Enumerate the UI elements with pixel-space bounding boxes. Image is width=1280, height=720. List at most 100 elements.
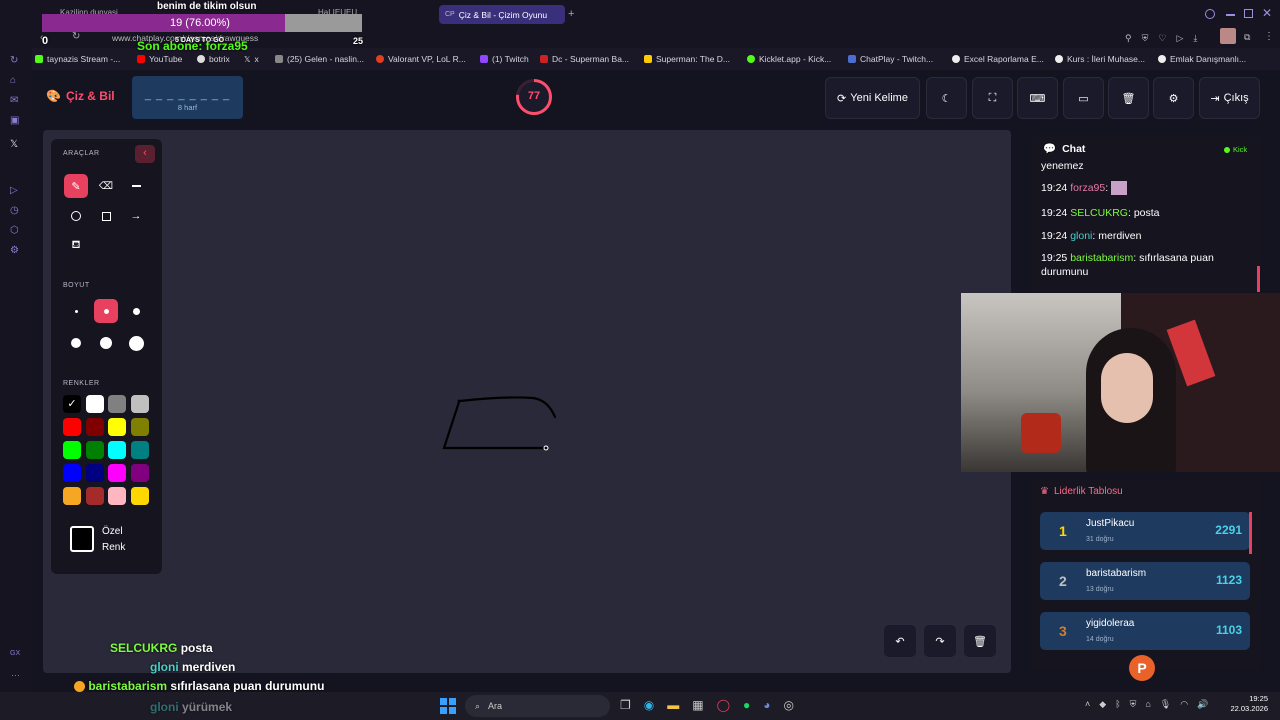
extensions-icon[interactable]: ⧉ [1244,32,1250,43]
color-swatch[interactable] [130,464,149,482]
color-swatch[interactable] [108,441,126,459]
color-swatch[interactable] [108,487,126,505]
player-icon[interactable]: ▷ [10,185,19,196]
windows-icon[interactable] [440,698,456,714]
color-swatch[interactable] [85,464,104,482]
wifi-icon[interactable]: ◠ [1180,699,1188,710]
eraser-tool[interactable]: ⌫ [94,174,118,198]
download-icon[interactable]: ⤓ [1193,33,1197,44]
brush-tool[interactable]: ✎ [64,174,88,198]
color-swatch[interactable] [108,418,126,436]
chat-user[interactable]: gloni [1070,230,1092,242]
dark-mode-button[interactable]: ☾ [926,77,967,119]
clock[interactable]: 19:25 22.03.2026 [1228,694,1268,714]
color-swatch[interactable]: ✓ [63,395,81,413]
exit-button[interactable]: ⇥ Çıkış [1199,77,1260,119]
opera-icon[interactable]: ◯ [717,698,730,712]
app-icon[interactable]: ▣ [10,115,19,126]
settings-icon[interactable]: ⚙ [10,245,19,256]
network-icon[interactable]: ⌂ [1145,699,1150,710]
minimize-icon[interactable] [1226,14,1235,16]
store-icon[interactable]: ▦ [692,698,703,712]
maximize-icon[interactable] [1244,9,1253,18]
chat-user[interactable]: SELCUKRG [1070,207,1128,219]
pin-icon[interactable]: ⚲ [1125,33,1132,44]
bag-icon[interactable]: ⌂ [10,75,19,86]
color-swatch[interactable] [63,464,81,482]
size-4[interactable] [64,331,88,355]
drawing-canvas[interactable] [43,130,1011,673]
bluetooth-icon[interactable]: ᛒ [1115,699,1120,710]
chat-user[interactable]: forza95 [1070,182,1105,194]
heart-icon[interactable]: ♡ [1158,33,1166,44]
leaderboard-scrollbar[interactable] [1249,512,1252,554]
new-tab-button[interactable]: + [568,8,574,20]
color-swatch[interactable] [130,487,149,505]
arrow-tool[interactable]: → [124,204,148,228]
bookmark-item[interactable]: Dc - Superman Ba... [540,54,629,64]
history-icon[interactable]: ◷ [10,205,19,216]
color-swatch[interactable] [108,395,126,413]
spotify-icon[interactable]: ● [743,698,750,712]
color-swatch[interactable] [108,464,126,482]
more-icon[interactable]: ··· [11,670,20,680]
reload-icon[interactable]: ↻ [72,31,80,42]
color-swatch[interactable] [130,418,149,436]
messenger-icon[interactable]: ✉ [10,95,19,106]
shield-icon[interactable]: ⛨ [1142,33,1149,44]
app-logo[interactable]: 🎨 Çiz & Bil [46,89,115,103]
discord-icon[interactable]: ◕ [763,698,770,712]
keyboard-button[interactable]: ⌨ [1017,77,1058,119]
chat-user[interactable]: baristabarism [1070,252,1133,264]
folder-icon[interactable]: ▬ [667,698,679,712]
avatar[interactable] [1220,28,1236,44]
fill-tool[interactable]: ⛾ [64,234,88,258]
chevron-up-icon[interactable]: ˄ [1085,699,1090,710]
active-tab[interactable]: CP Çiz & Bil - Çizim Oyunu [439,5,565,24]
bookmark-item[interactable]: Excel Raporlama E... [952,54,1044,64]
color-swatch[interactable] [130,395,149,413]
gx-icon[interactable]: GX [10,650,20,657]
size-2[interactable] [94,299,118,323]
color-swatch[interactable] [85,418,104,436]
refresh-icon[interactable]: ↻ [10,55,19,66]
color-swatch[interactable] [85,395,104,413]
fullscreen-button[interactable]: ⛶ [972,77,1013,119]
taskbar-search[interactable]: ⌕ Ara [465,695,610,717]
color-swatch[interactable] [85,487,104,505]
size-6[interactable] [124,331,148,355]
bookmark-item[interactable]: Valorant VP, LoL R... [376,54,466,64]
size-3[interactable] [124,299,148,323]
circle-tool[interactable] [64,204,88,228]
volume-icon[interactable]: 🔊 [1197,699,1208,710]
task-view-icon[interactable]: ❐ [620,698,631,712]
bookmark-item[interactable]: (25) Gelen - naslin... [275,54,364,64]
edge-icon[interactable]: ◉ [644,698,654,712]
settings-button[interactable]: ⚙ [1153,77,1194,119]
color-swatch[interactable] [130,441,149,459]
play-icon[interactable]: ▷ [1176,33,1183,44]
undo-button[interactable]: ↶ [883,624,917,658]
box-icon[interactable]: ⬡ [10,225,19,236]
color-swatch[interactable] [85,441,104,459]
x-icon[interactable]: 𝕏 [10,139,19,150]
color-swatch[interactable] [63,441,81,459]
custom-color-button[interactable] [70,526,94,552]
redo-button[interactable]: ↷ [923,624,957,658]
shield-icon[interactable]: ⛨ [1130,699,1137,710]
mic-icon[interactable]: 🎙 [1160,699,1171,710]
bookmark-item[interactable]: YouTube [137,54,182,64]
trash-button[interactable]: 🗑 [1108,77,1149,119]
collapse-button[interactable]: ‹ [135,145,155,163]
bookmark-item[interactable]: Kicklet.app - Kick... [747,54,831,64]
bookmark-item[interactable]: Emlak Danışmanlı... [1158,54,1246,64]
bookmark-item[interactable]: Kurs : İleri Muhase... [1055,54,1145,64]
steam-icon[interactable]: ◎ [784,698,794,712]
search-icon[interactable] [1205,9,1215,19]
size-1[interactable] [64,299,88,323]
color-swatch[interactable] [63,487,81,505]
bookmark-item[interactable]: (1) Twitch [480,54,529,64]
chat-scrollbar[interactable] [1257,266,1260,292]
archive-button[interactable]: ▭ [1063,77,1104,119]
bookmark-item[interactable]: 𝕏x [244,54,259,64]
